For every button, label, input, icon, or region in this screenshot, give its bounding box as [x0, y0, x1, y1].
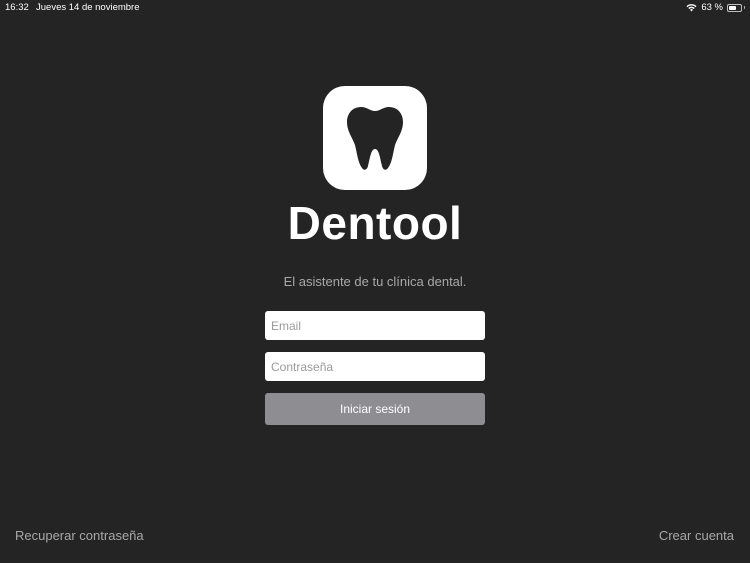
- login-button[interactable]: Iniciar sesión: [265, 393, 485, 425]
- status-indicators: 63 %: [686, 2, 745, 13]
- battery-percent: 63 %: [701, 2, 723, 13]
- create-account-link[interactable]: Crear cuenta: [659, 528, 734, 543]
- status-time: 16:32: [5, 2, 29, 13]
- battery-level-fill: [729, 5, 736, 10]
- app-tagline: El asistente de tu clínica dental.: [283, 274, 467, 289]
- battery-icon: [727, 3, 745, 12]
- email-field[interactable]: [265, 311, 485, 340]
- password-field[interactable]: [265, 352, 485, 381]
- app-title: Dentool: [287, 197, 463, 249]
- recover-password-link[interactable]: Recuperar contraseña: [15, 528, 144, 543]
- tooth-icon: [347, 107, 403, 170]
- app-logo: [323, 86, 427, 190]
- status-date: Jueves 14 de noviembre: [36, 2, 140, 13]
- status-bar: 16:32 Jueves 14 de noviembre 63 %: [0, 0, 750, 16]
- wifi-icon: [686, 4, 697, 12]
